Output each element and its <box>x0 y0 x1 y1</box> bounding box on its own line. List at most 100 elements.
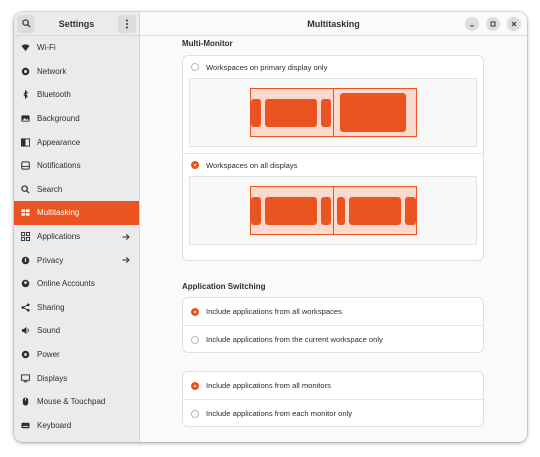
sidebar-item-displays[interactable]: Displays <box>14 366 139 390</box>
appearance-icon <box>21 138 30 147</box>
primary-display-preview <box>189 78 477 147</box>
option-current-workspace[interactable]: Include applications from the current wo… <box>183 326 483 353</box>
option-primary-display[interactable]: Workspaces on primary display only <box>183 56 483 78</box>
background-icon <box>21 114 30 123</box>
workspace-thumbnail <box>340 93 406 132</box>
sidebar-item-privacy[interactable]: Privacy <box>14 248 139 272</box>
sidebar-item-search[interactable]: Search <box>14 178 139 202</box>
workspace-thumbnail <box>265 99 317 127</box>
sidebar-title: Settings <box>58 18 95 29</box>
search-button[interactable] <box>17 14 35 33</box>
option-label: Workspaces on primary display only <box>206 62 328 72</box>
sharing-icon <box>21 303 30 312</box>
sidebar-item-applications[interactable]: Applications <box>14 225 139 249</box>
workspace-thumbnail <box>405 197 416 225</box>
sidebar-header: Settings <box>14 12 139 36</box>
settings-window: Settings Wi-Fi Network Bluetooth Background… <box>14 12 527 442</box>
sidebar-item-label: Applications <box>37 232 81 242</box>
workspace-thumbnail <box>321 99 331 127</box>
sidebar-item-label: Search <box>37 184 63 194</box>
radio-current-workspace[interactable] <box>191 335 199 344</box>
option-all-monitors[interactable]: Include applications from all monitors <box>183 372 483 399</box>
sidebar-item-label: Wi-Fi <box>37 43 56 53</box>
maximize-icon <box>490 21 496 27</box>
keyboard-icon <box>21 421 30 430</box>
notifications-icon <box>21 161 30 170</box>
option-each-monitor[interactable]: Include applications from each monitor o… <box>183 400 483 427</box>
displays-icon <box>21 374 30 383</box>
sidebar-item-label: Notifications <box>37 161 81 171</box>
radio-all-displays[interactable] <box>191 161 199 169</box>
workspace-thumbnail <box>321 197 331 225</box>
workspace-thumbnail <box>337 197 345 225</box>
sidebar-item-label: Sharing <box>37 302 65 312</box>
sidebar-item-sound[interactable]: Sound <box>14 319 139 343</box>
minimize-button[interactable] <box>465 17 479 31</box>
display-separator <box>333 187 334 234</box>
maximize-button[interactable] <box>486 17 500 31</box>
kebab-menu-icon <box>125 19 128 28</box>
sidebar-list: Wi-Fi Network Bluetooth Background Appearanc… <box>14 36 139 437</box>
wifi-icon <box>21 43 30 52</box>
sidebar-item-label: Multitasking <box>37 208 80 218</box>
workspace-thumbnail <box>349 197 401 225</box>
sidebar-item-label: Background <box>37 114 80 124</box>
monitor-switching-card: Include applications from all monitors I… <box>182 371 484 427</box>
search-icon <box>21 19 31 28</box>
content-area: Multi-Monitor Workspaces on primary disp… <box>140 36 527 442</box>
sidebar-item-keyboard[interactable]: Keyboard <box>14 414 139 438</box>
sidebar-item-label: Privacy <box>37 255 64 265</box>
bluetooth-icon <box>21 90 30 100</box>
sidebar-item-label: Bluetooth <box>37 90 71 100</box>
workspace-strip <box>250 88 417 137</box>
option-label: Include applications from each monitor o… <box>206 409 353 418</box>
privacy-icon <box>21 256 30 265</box>
radio-all-workspaces[interactable] <box>191 307 199 316</box>
content-header: Multitasking <box>140 12 527 36</box>
sidebar-item-label: Power <box>37 350 60 360</box>
sidebar-item-label: Appearance <box>37 137 81 147</box>
multitasking-icon <box>21 208 30 217</box>
sidebar-item-power[interactable]: Power <box>14 343 139 367</box>
sidebar-item-sharing[interactable]: Sharing <box>14 296 139 320</box>
sidebar-item-label: Sound <box>37 326 61 336</box>
sidebar-item-network[interactable]: Network <box>14 60 139 84</box>
option-label: Include applications from the current wo… <box>206 335 383 344</box>
app-switching-title: Application Switching <box>182 282 266 291</box>
option-all-workspaces[interactable]: Include applications from all workspaces <box>183 298 483 325</box>
sidebar-item-appearance[interactable]: Appearance <box>14 130 139 154</box>
option-all-displays[interactable]: Workspaces on all displays <box>183 154 483 176</box>
sidebar-item-multitasking[interactable]: Multitasking <box>14 201 139 225</box>
sidebar-item-label: Displays <box>37 373 68 383</box>
sidebar-item-bluetooth[interactable]: Bluetooth <box>14 83 139 107</box>
close-icon <box>511 21 517 27</box>
radio-each-monitor[interactable] <box>191 409 199 418</box>
menu-button[interactable] <box>117 14 136 33</box>
workspace-switching-card: Include applications from all workspaces… <box>182 297 484 353</box>
sidebar-item-notifications[interactable]: Notifications <box>14 154 139 178</box>
chevron-right-icon <box>122 233 130 241</box>
online-accounts-icon <box>21 279 30 288</box>
search-icon <box>21 185 30 194</box>
sidebar-item-wi-fi[interactable]: Wi-Fi <box>14 36 139 60</box>
sidebar-item-online-accounts[interactable]: Online Accounts <box>14 272 139 296</box>
sidebar-item-mouse-touchpad[interactable]: Mouse & Touchpad <box>14 390 139 414</box>
sidebar: Settings Wi-Fi Network Bluetooth Background… <box>14 12 140 442</box>
minimize-icon <box>470 25 474 27</box>
sidebar-item-label: Online Accounts <box>37 279 95 289</box>
close-button[interactable] <box>507 17 521 31</box>
radio-primary-display[interactable] <box>191 63 199 71</box>
mouse-icon <box>21 397 30 406</box>
workspace-strip <box>250 186 417 235</box>
page-title: Multitasking <box>307 18 360 29</box>
multi-monitor-title: Multi-Monitor <box>182 39 233 48</box>
workspace-thumbnail <box>251 99 261 127</box>
radio-all-monitors[interactable] <box>191 381 199 390</box>
option-label: Include applications from all workspaces <box>206 307 342 316</box>
sidebar-item-label: Mouse & Touchpad <box>37 397 106 407</box>
display-separator <box>333 89 334 136</box>
sidebar-item-background[interactable]: Background <box>14 107 139 131</box>
chevron-right-icon <box>122 256 130 264</box>
workspace-thumbnail <box>251 197 261 225</box>
all-displays-preview <box>189 176 477 245</box>
